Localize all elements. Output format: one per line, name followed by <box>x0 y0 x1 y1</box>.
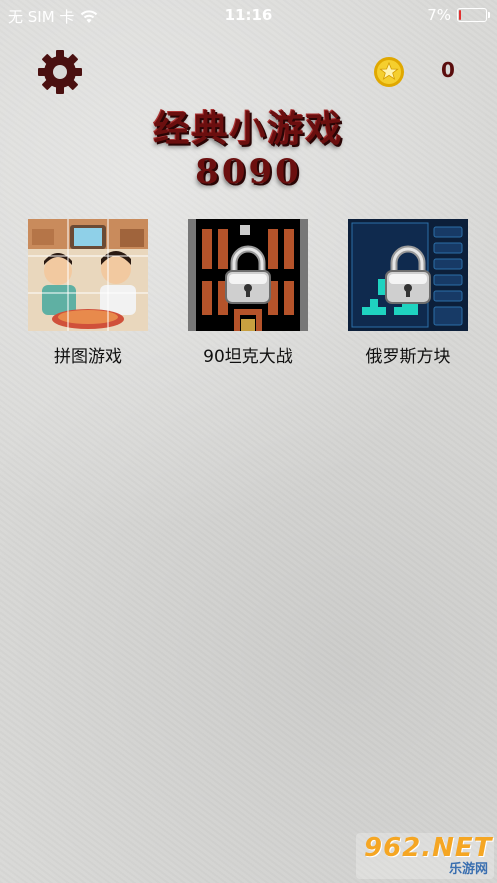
battery-icon <box>457 8 490 22</box>
tetris-thumbnail <box>348 219 468 331</box>
game-label: 拼图游戏 <box>54 347 122 367</box>
page-subtitle: 8090 <box>195 152 302 192</box>
coin-icon <box>373 56 405 88</box>
watermark-bottom: 乐游网 <box>448 862 488 877</box>
page-title: 经典小游戏 <box>153 108 344 150</box>
battery-level <box>459 10 461 20</box>
gear-icon <box>38 50 82 94</box>
game-tile-tank[interactable]: 90坦克大战 <box>188 219 308 367</box>
settings-button[interactable] <box>36 48 84 96</box>
lock-icon <box>225 245 271 304</box>
game-tile-puzzle[interactable]: 拼图游戏 <box>28 219 148 367</box>
tank-thumbnail <box>188 219 308 331</box>
watermark-logo: 962.NET 乐游网 <box>356 833 494 879</box>
status-bar: 无 SIM 卡 11:16 7% <box>0 0 497 30</box>
battery-percent: 7% <box>427 6 451 24</box>
coin-count: 0 <box>441 58 455 82</box>
lock-icon <box>385 245 431 304</box>
status-right: 7% <box>427 6 490 24</box>
game-label: 俄罗斯方块 <box>365 347 451 367</box>
game-label: 90坦克大战 <box>203 347 293 367</box>
game-tile-tetris[interactable]: 俄罗斯方块 <box>348 219 468 367</box>
puzzle-thumbnail <box>28 219 148 331</box>
clock: 11:16 <box>224 6 273 24</box>
